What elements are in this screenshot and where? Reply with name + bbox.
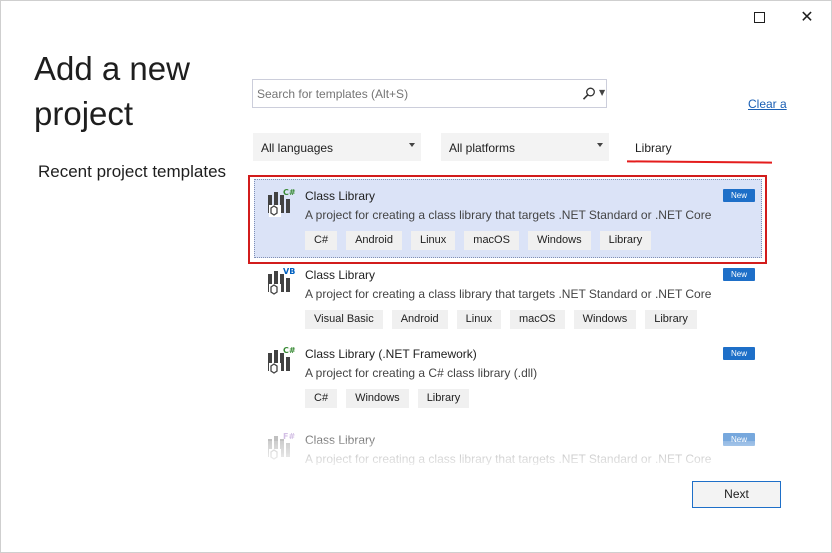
tag-chip: Windows xyxy=(573,310,637,329)
template-tags: Visual Basic Android Linux macOS Windows Libr… xyxy=(305,310,697,329)
template-item[interactable]: C# Class Library A project for creating a… xyxy=(248,175,768,264)
template-name: Class Library (.NET Framework) xyxy=(305,347,477,361)
maximize-icon[interactable] xyxy=(752,10,766,24)
clear-all-link[interactable]: Clear a xyxy=(748,97,787,111)
tag-chip: macOS xyxy=(509,310,565,329)
class-library-icon: VB xyxy=(268,267,295,296)
project-type-input[interactable] xyxy=(635,141,775,155)
tag-chip: C# xyxy=(305,389,338,408)
search-icon[interactable] xyxy=(581,86,597,102)
close-icon[interactable]: ✕ xyxy=(800,9,814,25)
language-filter-dropdown[interactable]: All languages xyxy=(253,133,421,161)
tag-chip: Linux xyxy=(410,231,456,250)
tag-chip: Android xyxy=(346,231,402,250)
tag-chip: Visual Basic xyxy=(305,310,383,329)
class-library-icon: C# xyxy=(268,346,296,375)
project-type-filter[interactable] xyxy=(626,133,782,164)
template-item[interactable]: VB Class Library A project for creating a… xyxy=(248,254,768,332)
template-search-box[interactable]: ▼ xyxy=(252,79,607,108)
svg-text:F#: F# xyxy=(283,432,295,441)
tag-chip: Library xyxy=(599,231,652,250)
language-filter-value: All languages xyxy=(261,141,334,155)
template-tags: C# Windows Library xyxy=(305,389,470,408)
recent-templates-heading: Recent project templates xyxy=(38,162,227,181)
svg-text:C#: C# xyxy=(283,188,296,197)
page-title: Add a new project xyxy=(34,46,234,136)
tag-chip: C# xyxy=(305,231,338,250)
list-fade-overlay xyxy=(248,441,768,465)
new-badge: New xyxy=(723,347,755,360)
platform-filter-value: All platforms xyxy=(449,141,516,155)
tag-chip: Linux xyxy=(456,310,501,329)
tag-chip: Android xyxy=(391,310,448,329)
template-description: A project for creating a class library t… xyxy=(305,208,712,222)
chevron-down-icon[interactable]: ▼ xyxy=(599,88,605,97)
platform-filter-dropdown[interactable]: All platforms xyxy=(441,133,609,161)
tag-chip: Library xyxy=(417,389,470,408)
template-description: A project for creating a class library t… xyxy=(305,287,712,301)
template-name: Class Library xyxy=(305,189,376,203)
search-input[interactable] xyxy=(257,87,567,101)
class-library-icon: C# xyxy=(268,188,296,217)
template-name: Class Library xyxy=(305,268,376,282)
tag-chip: macOS xyxy=(464,231,519,250)
page-title-line1: Add a new xyxy=(34,50,190,87)
chevron-down-icon xyxy=(409,143,415,147)
page-title-line2: project xyxy=(34,95,134,132)
chevron-down-icon xyxy=(597,143,603,147)
template-item[interactable]: C# Class Library (.NET Framework) A proje… xyxy=(248,333,768,411)
new-badge: New xyxy=(723,189,755,202)
template-description: A project for creating a C# class librar… xyxy=(305,366,538,380)
template-list[interactable]: C# Class Library A project for creating a… xyxy=(248,175,768,465)
tag-chip: Windows xyxy=(527,231,591,250)
svg-text:VB: VB xyxy=(283,267,295,276)
new-badge: New xyxy=(723,268,755,281)
tag-chip: Windows xyxy=(346,389,409,408)
next-button[interactable]: Next xyxy=(692,481,781,508)
tag-chip: Library xyxy=(645,310,697,329)
svg-text:C#: C# xyxy=(283,346,296,355)
template-tags: C# Android Linux macOS Windows Library xyxy=(305,231,652,250)
